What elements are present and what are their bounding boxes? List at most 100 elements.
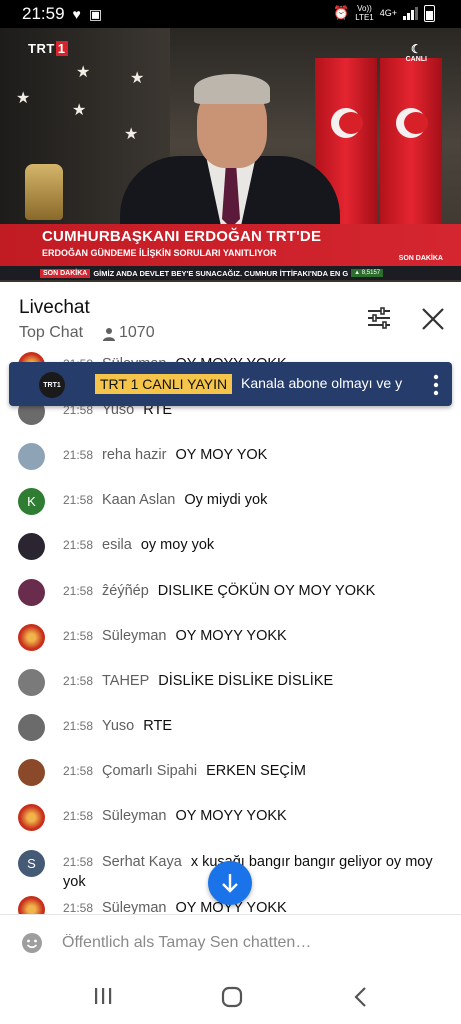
avatar-initial: S <box>27 856 36 871</box>
signal-icon <box>403 6 418 20</box>
network-indicator: Vo)) LTE1 <box>355 4 374 22</box>
star-decoration-icon: ★ <box>124 126 139 143</box>
ticker-stock: ▲ 8,5157 <box>351 269 384 277</box>
message-body: Serhat Kaya x kuşağı bangır bangır geliyo… <box>63 852 445 892</box>
network-vo: Vo)) <box>357 4 372 13</box>
home-icon[interactable] <box>221 986 243 1008</box>
message-author[interactable]: TAHEP <box>102 673 149 689</box>
message-time: 21:58 <box>63 901 94 914</box>
close-icon[interactable] <box>420 306 446 332</box>
message-body: Süleyman OY MOYY YOKK <box>102 806 445 826</box>
message-body: Çomarlı Sipahi ERKEN SEÇİM <box>102 761 445 781</box>
emoji-icon[interactable] <box>21 932 43 954</box>
chat-mode-selector[interactable]: Top Chat <box>19 324 83 342</box>
channel-avatar[interactable]: TRT1 <box>39 372 65 398</box>
message-text: OY MOYY YOKK <box>175 808 287 824</box>
suleyman-icon[interactable] <box>18 896 45 914</box>
star-decoration-icon: ★ <box>76 64 91 81</box>
flag-right <box>380 58 442 238</box>
zeynep-icon[interactable] <box>18 579 45 606</box>
message-author[interactable]: reha hazir <box>102 447 166 463</box>
ticker-label: SON DAKİKA <box>40 268 91 278</box>
yuso-icon[interactable] <box>18 714 45 741</box>
chat-settings-icon[interactable] <box>366 306 392 330</box>
pinned-message[interactable]: TRT1 TRT 1 CANLI YAYIN Kanala abone olma… <box>9 362 452 406</box>
message-author[interactable]: Yuso <box>102 718 134 734</box>
message-author[interactable]: Kaan Aslan <box>102 492 175 508</box>
suleyman-icon[interactable] <box>18 804 45 831</box>
video-subheadline: ERDOĞAN GÜNDEME İLİŞKİN SORULARI YANITLI… <box>42 248 277 258</box>
back-icon[interactable] <box>352 986 370 1008</box>
chat-input[interactable] <box>62 929 432 957</box>
news-ticker: SON DAKİKA GİMİZ ANDA DEVLET BEY'E SUNAC… <box>0 266 461 280</box>
viewer-count: 1070 <box>119 324 155 341</box>
live-logo-icon: ☾ <box>410 42 422 56</box>
recents-icon[interactable] <box>94 987 112 1005</box>
chat-message[interactable]: 21:58 TAHEP DİSLİKE DİSLİKE DİSLİKE <box>0 665 461 696</box>
pinned-channel-name: TRT 1 CANLI YAYIN <box>95 374 233 394</box>
chat-message-list[interactable]: 21:58SüleymanOY MOYY YOKK21:58YusoRTE21:… <box>0 352 461 914</box>
reha-icon[interactable] <box>18 443 45 470</box>
pinned-message-text: Kanala abone olmayı ve y <box>241 375 403 391</box>
message-author[interactable]: Süleyman <box>102 628 166 644</box>
message-author[interactable]: Süleyman <box>102 900 166 914</box>
esila-icon[interactable] <box>18 533 45 560</box>
chat-message[interactable]: 21:58 Süleyman OY MOYY YOKK <box>0 620 461 651</box>
heart-icon: ♥ <box>72 6 81 22</box>
more-vert-icon[interactable] <box>432 374 440 396</box>
network-type: 4G+ <box>379 8 397 18</box>
message-body: Yuso RTE <box>102 716 445 736</box>
message-author[interactable]: Çomarlı Sipahi <box>102 763 197 779</box>
message-author[interactable]: ẑéýñép <box>102 583 149 599</box>
status-time: 21:59 <box>22 4 65 23</box>
android-nav-bar <box>0 970 461 1024</box>
alarm-icon: ⏰ <box>333 5 350 20</box>
message-time: 21:58 <box>63 719 94 733</box>
clock-decoration <box>25 164 63 220</box>
message-time: 21:58 <box>63 809 94 823</box>
video-headline: CUMHURBAŞKANI ERDOĞAN TRT'DE <box>42 228 322 245</box>
chat-message[interactable]: 21:58 Yuso RTE <box>0 710 461 741</box>
status-bar: 21:59 ♥ ▣ ⏰ Vo)) LTE1 4G+ <box>0 0 461 28</box>
screenshot-icon: ▣ <box>88 5 103 22</box>
battery-icon <box>424 4 435 22</box>
scroll-to-bottom-button[interactable] <box>208 861 252 905</box>
star-decoration-icon: ★ <box>72 102 87 119</box>
message-text: Oy miydi yok <box>184 492 268 508</box>
chat-title: Livechat <box>19 297 90 318</box>
suleyman-icon[interactable] <box>18 624 45 651</box>
chat-message[interactable]: 21:58 reha hazir OY MOY YOK <box>0 439 461 470</box>
chat-input-bar <box>0 914 461 971</box>
comarli-icon[interactable] <box>18 759 45 786</box>
message-text: OY MOY YOK <box>175 447 268 463</box>
message-text: OY MOYY YOKK <box>175 628 287 644</box>
network-lte: LTE1 <box>355 13 374 22</box>
message-time: 21:58 <box>63 764 94 778</box>
arrow-down-icon <box>222 874 238 893</box>
chat-message[interactable]: 21:58 Süleyman OY MOYY YOKK <box>0 800 461 831</box>
star-decoration-icon: ★ <box>16 90 31 107</box>
channel-logo: TRT 1 <box>28 41 68 56</box>
message-time: 21:58 <box>63 584 94 598</box>
chat-message[interactable]: 21:58 ẑéýñép DISLIKE ÇÖKÜN OY MOY YOKK <box>0 575 461 606</box>
chat-message[interactable]: K 21:58 Kaan Aslan Oy miydi yok <box>0 484 461 515</box>
message-time: 21:58 <box>63 674 94 688</box>
chat-message[interactable]: 21:58 Çomarlı Sipahi ERKEN SEÇİM <box>0 755 461 786</box>
lower-third-banner: CUMHURBAŞKANI ERDOĞAN TRT'DE ERDOĞAN GÜN… <box>0 224 461 266</box>
author-avatar[interactable]: K <box>18 488 45 515</box>
message-author[interactable]: Süleyman <box>102 808 166 824</box>
message-time: 21:58 <box>63 629 94 643</box>
video-player[interactable]: ★ ★ ★ ★ ★ TRT 1 ☾ CANLI CUMHURBAŞKANI ERDO… <box>0 28 461 282</box>
message-time: 21:58 <box>63 493 94 507</box>
message-author[interactable]: esila <box>102 537 132 553</box>
message-body: esila oy moy yok <box>102 535 445 555</box>
chat-message[interactable]: 21:58 esila oy moy yok <box>0 529 461 560</box>
message-body: Kaan Aslan Oy miydi yok <box>102 490 445 510</box>
live-corner-logo: ☾ CANLI <box>405 42 427 63</box>
message-time: 21:58 <box>63 448 94 462</box>
message-author[interactable]: Serhat Kaya <box>102 854 182 870</box>
message-body: SüleymanOY MOYY YOKK <box>102 898 445 914</box>
author-avatar[interactable]: S <box>18 850 45 877</box>
tahep-icon[interactable] <box>18 669 45 696</box>
status-right: ⏰ Vo)) LTE1 4G+ <box>333 4 435 22</box>
